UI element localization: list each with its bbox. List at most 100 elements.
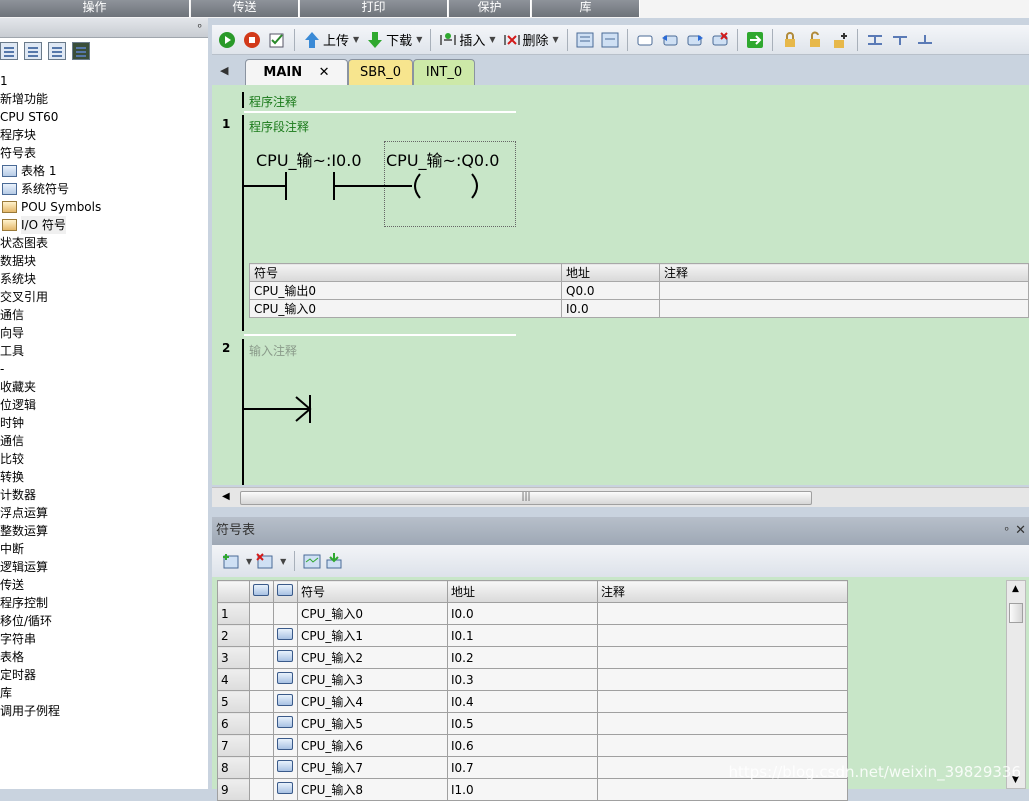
table-row[interactable]: 3 CPU_输入2 I0.2 (217, 646, 848, 669)
tree-item[interactable]: 通信 (0, 306, 208, 324)
close-icon[interactable]: ✕ (1015, 517, 1026, 545)
tree-item[interactable]: 传送 (0, 576, 208, 594)
add-dropdown-icon[interactable]: ▼ (246, 557, 252, 566)
download-button[interactable]: 下载 ▼ (364, 29, 424, 51)
tree-item[interactable]: - (0, 360, 208, 378)
tree-item[interactable]: POU Symbols (0, 198, 208, 216)
ribbon-tab-operate[interactable]: 操作 (0, 0, 190, 17)
tree-item[interactable]: 位逻辑 (0, 396, 208, 414)
table-row[interactable]: 7 CPU_输入6 I0.6 (217, 734, 848, 757)
empty-rung[interactable] (244, 393, 314, 427)
tree-item[interactable]: 程序块 (0, 126, 208, 144)
tree-item[interactable]: 系统块 (0, 270, 208, 288)
table-row[interactable]: 2 CPU_输入1 I0.1 (217, 624, 848, 647)
tree-item[interactable]: 浮点运算 (0, 504, 208, 522)
lock-add-button[interactable] (829, 29, 851, 51)
lock-button[interactable] (779, 29, 801, 51)
ribbon-tab-protect[interactable]: 保护 (449, 0, 531, 17)
contact-symbol-label[interactable]: CPU_输~:I0.0 (256, 147, 362, 171)
network-comment[interactable]: 程序段注释 (249, 118, 309, 135)
tree-item[interactable]: 库 (0, 684, 208, 702)
tree-item[interactable]: 数据块 (0, 252, 208, 270)
scroll-thumb[interactable] (1009, 603, 1023, 623)
pin-icon[interactable]: ᵒ (197, 21, 202, 34)
ribbon-tab-library[interactable]: 库 (532, 0, 640, 17)
download-dropdown-icon[interactable]: ▼ (416, 35, 422, 44)
delete-button[interactable]: 删除 ▼ (501, 29, 561, 51)
box-button[interactable] (634, 29, 656, 51)
branch-down-button[interactable] (889, 29, 911, 51)
ribbon-tab-print[interactable]: 打印 (300, 0, 448, 17)
tree-item[interactable]: 调用子例程 (0, 702, 208, 720)
left-button[interactable] (659, 29, 681, 51)
unlock-button[interactable] (804, 29, 826, 51)
tab-sbr0[interactable]: SBR_0 (348, 59, 413, 85)
tree-item[interactable]: 通信 (0, 432, 208, 450)
program-comment[interactable]: 程序注释 (249, 93, 297, 110)
tree-item[interactable]: 计数器 (0, 486, 208, 504)
tree-item[interactable]: 表格 1 (0, 162, 208, 180)
insert-button[interactable]: 插入 ▼ (437, 29, 497, 51)
tab-int0[interactable]: INT_0 (413, 59, 475, 85)
run-button[interactable] (216, 29, 238, 51)
tree-item[interactable]: I/O 符号 (0, 216, 208, 234)
scroll-up-icon[interactable]: ▲ (1012, 584, 1019, 594)
tree-item[interactable]: 整数运算 (0, 522, 208, 540)
page-icon[interactable] (24, 42, 42, 60)
editor-horizontal-scrollbar[interactable]: ◀ ||| (212, 487, 1029, 507)
import-icon[interactable] (325, 552, 343, 570)
tab-main[interactable]: MAIN ✕ (245, 59, 348, 85)
network2-button[interactable] (599, 29, 621, 51)
tree-item[interactable]: 工具 (0, 342, 208, 360)
network-button[interactable] (574, 29, 596, 51)
tree-item[interactable]: 比较 (0, 450, 208, 468)
insert-dropdown-icon[interactable]: ▼ (489, 35, 495, 44)
delete-dropdown-icon[interactable]: ▼ (280, 557, 286, 566)
table-row[interactable]: 9 CPU_输入8 I1.0 (217, 778, 848, 801)
tree-item[interactable]: 逻辑运算 (0, 558, 208, 576)
tree-item[interactable]: 表格 (0, 648, 208, 666)
tree-item[interactable]: 向导 (0, 324, 208, 342)
table-row[interactable]: 1 CPU_输入0 I0.0 (217, 602, 848, 625)
tree-item[interactable]: 移位/循环 (0, 612, 208, 630)
branch-up-button[interactable] (914, 29, 936, 51)
ribbon-tab-transfer[interactable]: 传送 (191, 0, 299, 17)
upload-dropdown-icon[interactable]: ▼ (353, 35, 359, 44)
branch-button[interactable] (864, 29, 886, 51)
tree-item[interactable]: 字符串 (0, 630, 208, 648)
tree-item[interactable]: 程序控制 (0, 594, 208, 612)
tree-item[interactable]: 时钟 (0, 414, 208, 432)
list-icon[interactable] (48, 42, 66, 60)
tree-item[interactable]: 定时器 (0, 666, 208, 684)
table-row[interactable]: 4 CPU_输入3 I0.3 (217, 668, 848, 691)
ladder-editor[interactable]: 程序注释 1 程序段注释 CPU_输~:I0.0 CPU_输~:Q0.0 符号 … (212, 85, 1029, 485)
table-row[interactable]: CPU_输入0 I0.0 (249, 299, 1029, 318)
tree-item[interactable]: CPU ST60 (0, 108, 208, 126)
scroll-thumb[interactable]: ||| (240, 491, 812, 505)
view-icon[interactable] (0, 42, 18, 60)
table-row[interactable]: CPU_输出0 Q0.0 (249, 281, 1029, 300)
add-row-icon[interactable] (222, 552, 240, 570)
compile-button[interactable] (266, 29, 288, 51)
tree-root[interactable]: 1 (0, 72, 208, 90)
remove-box-button[interactable] (709, 29, 731, 51)
table-row[interactable]: 6 CPU_输入5 I0.5 (217, 712, 848, 735)
delete-row-icon[interactable] (256, 552, 274, 570)
pin-icon[interactable]: ᵒ (1004, 517, 1009, 545)
tree-item[interactable]: 状态图表 (0, 234, 208, 252)
network-comment[interactable]: 输入注释 (249, 342, 297, 359)
table-row[interactable]: 5 CPU_输入4 I0.4 (217, 690, 848, 713)
tab-scroll-left-icon[interactable]: ◀ (220, 64, 228, 77)
goto-button[interactable] (744, 29, 766, 51)
close-icon[interactable]: ✕ (319, 65, 330, 80)
tree-item[interactable]: 新增功能 (0, 90, 208, 108)
symbol-table-vertical-scrollbar[interactable]: ▲ ▼ (1006, 580, 1026, 789)
monitor-icon[interactable] (72, 42, 90, 60)
scroll-left-icon[interactable]: ◀ (222, 491, 230, 502)
stop-button[interactable] (241, 29, 263, 51)
coil-symbol-label[interactable]: CPU_输~:Q0.0 (386, 147, 499, 171)
tree-item[interactable]: 中断 (0, 540, 208, 558)
right-button[interactable] (684, 29, 706, 51)
tree-item[interactable]: 转换 (0, 468, 208, 486)
upload-button[interactable]: 上传 ▼ (301, 29, 361, 51)
